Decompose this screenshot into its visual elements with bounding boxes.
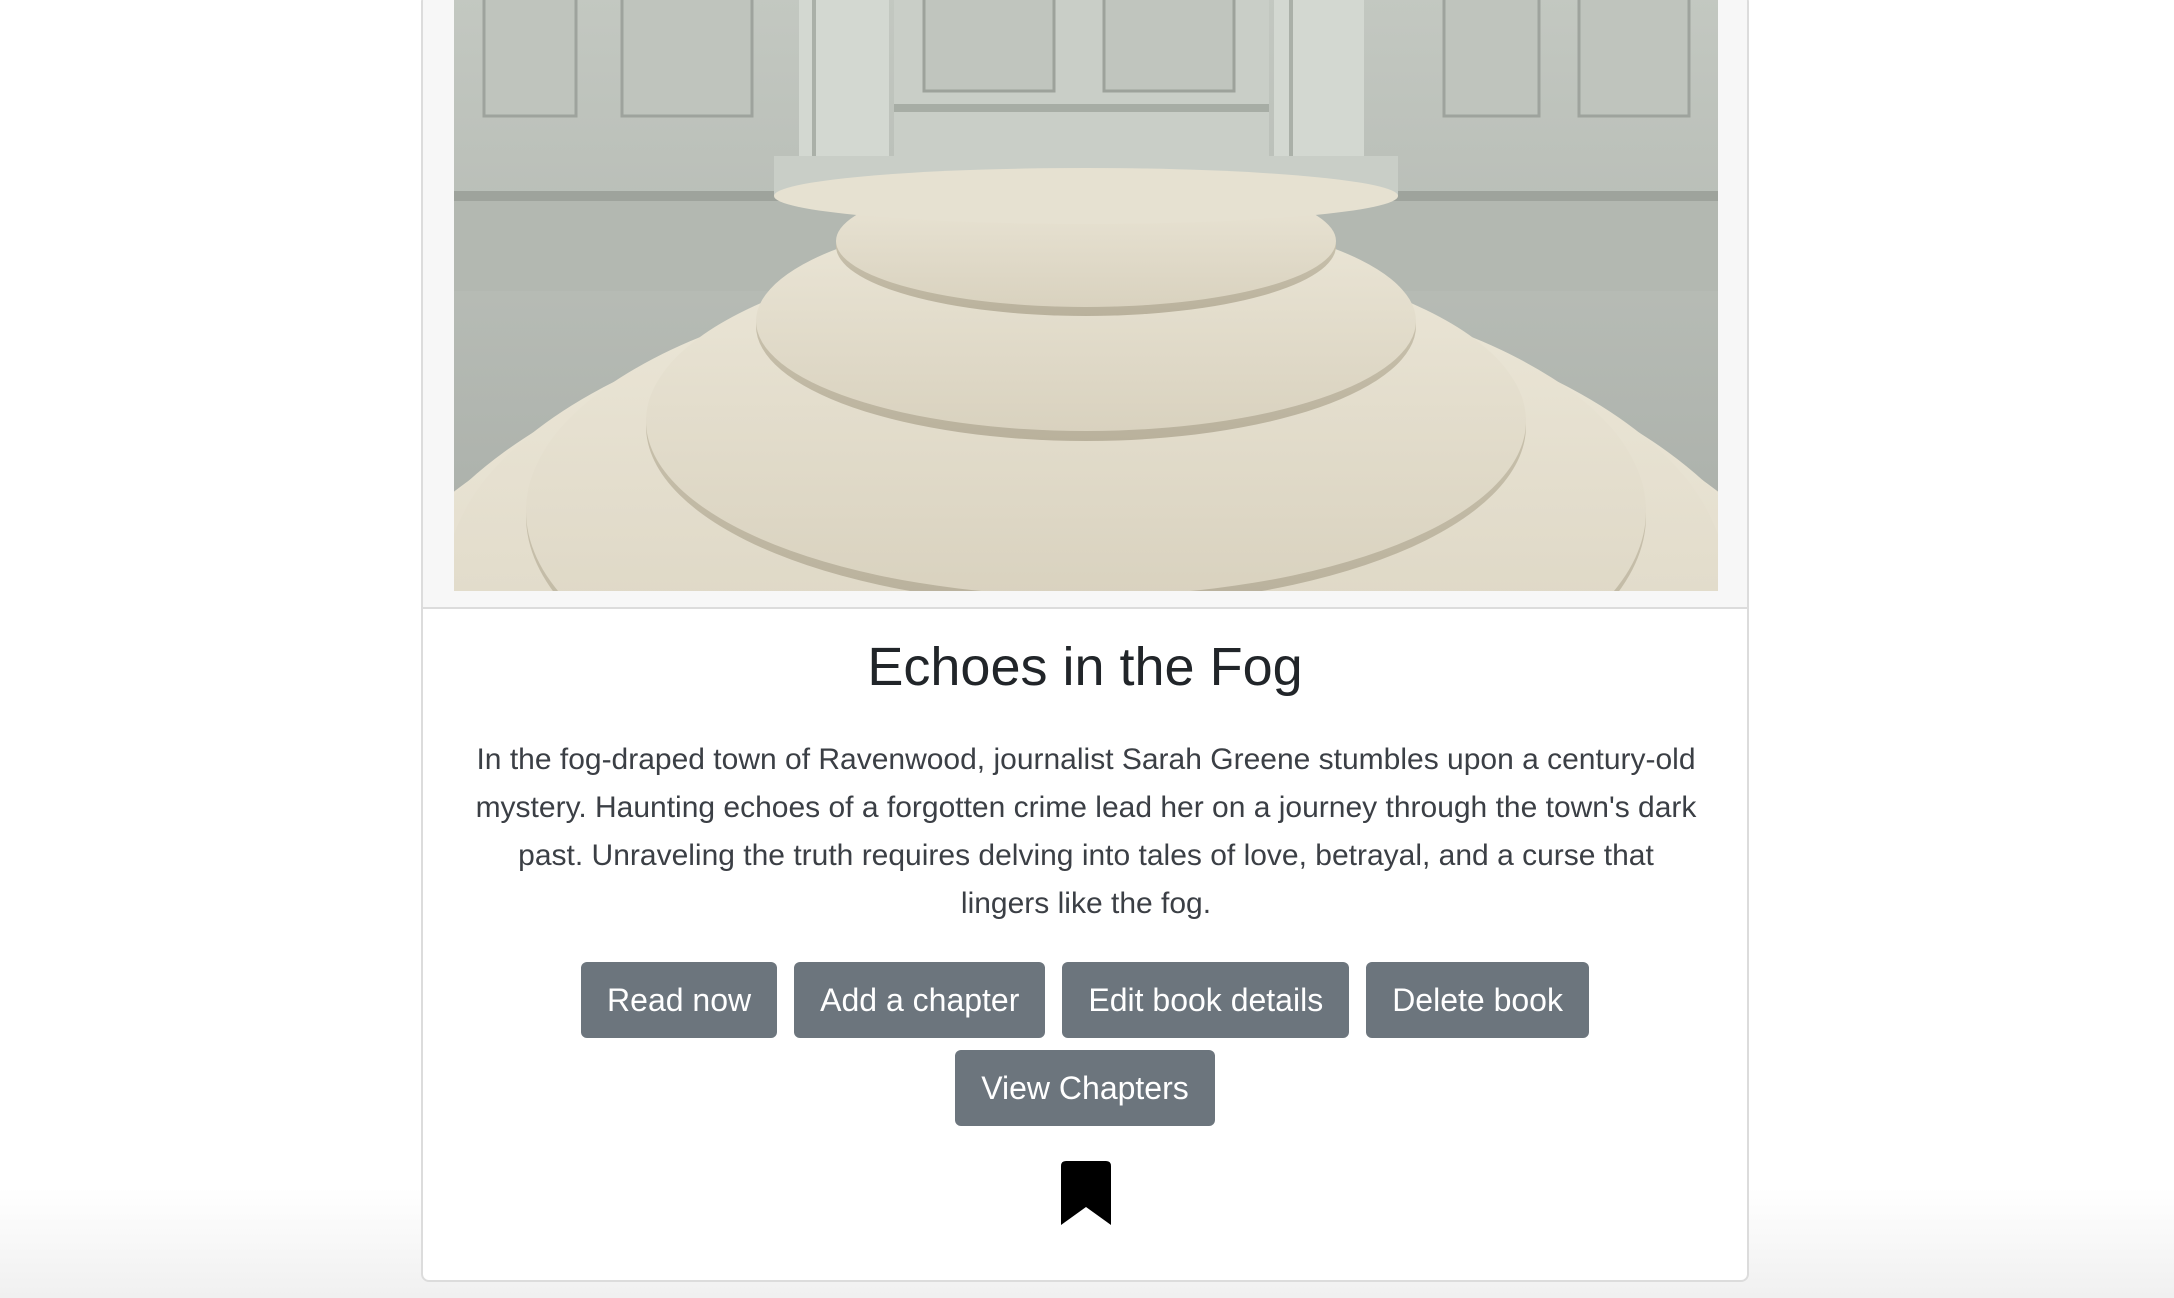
actions-row-secondary: View Chapters bbox=[423, 1050, 1747, 1126]
cover-area bbox=[423, 0, 1747, 609]
view-chapters-button[interactable]: View Chapters bbox=[955, 1050, 1215, 1126]
book-title: Echoes in the Fog bbox=[867, 637, 1303, 697]
actions-row-primary: Read now Add a chapter Edit book details… bbox=[423, 962, 1747, 1038]
add-chapter-button[interactable]: Add a chapter bbox=[794, 962, 1046, 1038]
book-card: Echoes in the Fog In the fog-draped town… bbox=[421, 0, 1749, 1282]
book-actions: Read now Add a chapter Edit book details… bbox=[423, 962, 1747, 1138]
book-description: In the fog-draped town of Ravenwood, jou… bbox=[475, 743, 1697, 920]
read-now-button[interactable]: Read now bbox=[581, 962, 778, 1038]
bookmark-icon[interactable] bbox=[1061, 1161, 1111, 1225]
edit-book-details-button[interactable]: Edit book details bbox=[1062, 962, 1350, 1038]
delete-book-button[interactable]: Delete book bbox=[1366, 962, 1589, 1038]
book-cover-image bbox=[454, 0, 1718, 591]
